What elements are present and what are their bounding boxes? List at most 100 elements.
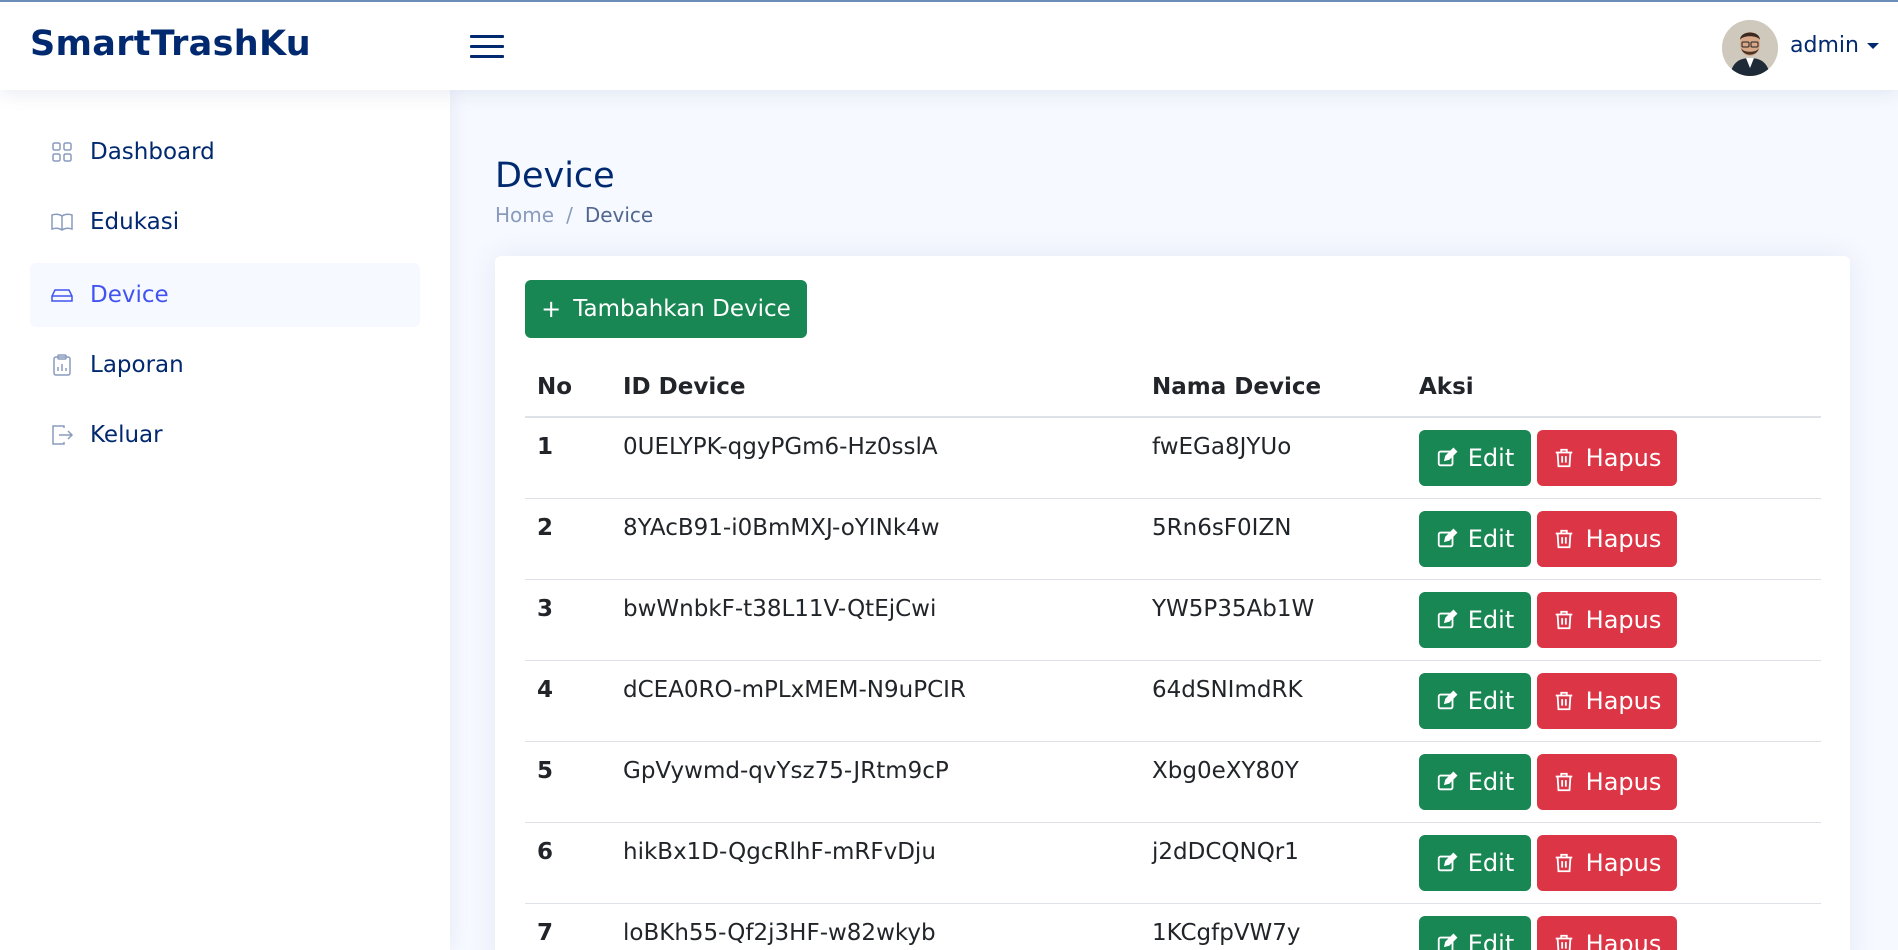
edit-button[interactable]: Edit (1419, 754, 1531, 810)
sidebar: Dashboard Edukasi Device Laporan Keluar (0, 90, 450, 950)
sidebar-item-label: Dashboard (90, 139, 215, 165)
delete-label: Hapus (1585, 930, 1662, 950)
cell-no: 7 (537, 920, 554, 946)
cell-no: 3 (537, 596, 554, 622)
delete-button[interactable]: Hapus (1537, 673, 1677, 729)
cell-nama-device: fwEGa8JYUo (1152, 434, 1292, 460)
add-device-label: Tambahkan Device (573, 296, 791, 322)
table-row: 3 bwWnbkF-t38L11V-QtEjCwi YW5P35Ab1W Edit Ha… (525, 580, 1821, 661)
page-title: Device (495, 156, 615, 196)
delete-label: Hapus (1585, 849, 1662, 877)
cell-id-device: 8YAcB91-i0BmMXJ-oYINk4w (623, 515, 940, 541)
table-row: 2 8YAcB91-i0BmMXJ-oYINk4w 5Rn6sF0IZN Edit Ha… (525, 499, 1821, 580)
edit-icon (1436, 690, 1463, 712)
edit-button[interactable]: Edit (1419, 673, 1531, 729)
edit-button[interactable]: Edit (1419, 592, 1531, 648)
cell-nama-device: Xbg0eXY80Y (1152, 758, 1299, 784)
cell-id-device: bwWnbkF-t38L11V-QtEjCwi (623, 596, 937, 622)
trash-icon (1553, 447, 1580, 469)
edit-label: Edit (1467, 444, 1515, 472)
column-header-aksi: Aksi (1419, 374, 1474, 400)
column-header-nama-device: Nama Device (1152, 374, 1322, 400)
clipboard-data-icon (50, 353, 74, 377)
top-header: SmartTrashKu admin (0, 0, 1898, 90)
cell-id-device: hikBx1D-QgcRlhF-mRFvDju (623, 839, 936, 865)
user-name: admin (1790, 33, 1859, 58)
add-device-button[interactable]: + Tambahkan Device (525, 280, 807, 338)
sidebar-item-label: Edukasi (90, 209, 180, 235)
trash-icon (1553, 933, 1580, 950)
sidebar-item-keluar[interactable]: Keluar (30, 403, 420, 467)
sidebar-item-laporan[interactable]: Laporan (30, 333, 420, 397)
trash-icon (1553, 609, 1580, 631)
trash-icon (1553, 852, 1580, 874)
table-row: 5 GpVywmd-qvYsz75-JRtm9cP Xbg0eXY80Y Edit Ha… (525, 742, 1821, 823)
app-logo[interactable]: SmartTrashKu (30, 24, 311, 64)
delete-button[interactable]: Hapus (1537, 592, 1677, 648)
edit-icon (1436, 528, 1463, 550)
cell-no: 1 (537, 434, 554, 460)
device-card: + Tambahkan Device No ID Device Nama Dev… (495, 256, 1850, 950)
cell-id-device: GpVywmd-qvYsz75-JRtm9cP (623, 758, 949, 784)
edit-label: Edit (1467, 687, 1515, 715)
book-icon (50, 210, 74, 234)
breadcrumb: Home / Device (495, 203, 653, 227)
user-menu[interactable]: admin (1790, 33, 1879, 58)
delete-label: Hapus (1585, 687, 1662, 715)
delete-label: Hapus (1585, 444, 1662, 472)
cell-no: 4 (537, 677, 554, 703)
edit-label: Edit (1467, 768, 1515, 796)
cell-nama-device: 5Rn6sF0IZN (1152, 515, 1292, 541)
delete-button[interactable]: Hapus (1537, 835, 1677, 891)
delete-button[interactable]: Hapus (1537, 916, 1677, 950)
cell-id-device: dCEA0RO-mPLxMEM-N9uPCIR (623, 677, 966, 703)
breadcrumb-current: Device (584, 203, 654, 227)
cell-id-device: 0UELYPK-qgyPGm6-Hz0sslA (623, 434, 938, 460)
edit-button[interactable]: Edit (1419, 511, 1531, 567)
edit-label: Edit (1467, 606, 1515, 634)
grid-icon (50, 140, 74, 164)
edit-icon (1436, 771, 1463, 793)
breadcrumb-separator: / (566, 203, 573, 227)
sidebar-item-label: Laporan (90, 352, 184, 378)
cell-no: 5 (537, 758, 554, 784)
caret-down-icon (1866, 42, 1879, 49)
sidebar-item-device[interactable]: Device (30, 263, 420, 327)
edit-button[interactable]: Edit (1419, 835, 1531, 891)
delete-button[interactable]: Hapus (1537, 754, 1677, 810)
cell-nama-device: YW5P35Ab1W (1152, 596, 1315, 622)
hdd-icon (50, 283, 74, 307)
page: SmartTrashKu admin Dashboard Edukasi Dev… (0, 0, 1898, 950)
edit-label: Edit (1467, 930, 1515, 950)
box-arrow-right-icon (50, 423, 74, 447)
table-row: 7 loBKh55-Qf2j3HF-w82wkyb 1KCgfpVW7y Edit Ha… (525, 904, 1821, 950)
cell-nama-device: 64dSNImdRK (1152, 677, 1303, 703)
breadcrumb-home-link[interactable]: Home (495, 203, 554, 227)
delete-button[interactable]: Hapus (1537, 430, 1677, 486)
edit-icon (1436, 447, 1463, 469)
delete-label: Hapus (1585, 606, 1662, 634)
edit-label: Edit (1467, 849, 1515, 877)
sidebar-item-edukasi[interactable]: Edukasi (30, 190, 420, 254)
cell-no: 6 (537, 839, 554, 865)
sidebar-toggle-icon[interactable] (470, 32, 506, 62)
avatar[interactable] (1722, 20, 1778, 76)
cell-nama-device: j2dDCQNQr1 (1152, 839, 1299, 865)
trash-icon (1553, 771, 1580, 793)
edit-label: Edit (1467, 525, 1515, 553)
edit-icon (1436, 609, 1463, 631)
column-header-id-device: ID Device (623, 374, 746, 400)
delete-button[interactable]: Hapus (1537, 511, 1677, 567)
trash-icon (1553, 528, 1580, 550)
cell-id-device: loBKh55-Qf2j3HF-w82wkyb (623, 920, 936, 946)
edit-icon (1436, 933, 1463, 950)
table-row: 6 hikBx1D-QgcRlhF-mRFvDju j2dDCQNQr1 Edit Ha… (525, 823, 1821, 904)
table-row: 1 0UELYPK-qgyPGm6-Hz0sslA fwEGa8JYUo Edit Ha… (525, 418, 1821, 499)
sidebar-item-dashboard[interactable]: Dashboard (30, 120, 420, 184)
plus-icon: + (541, 295, 562, 323)
trash-icon (1553, 690, 1580, 712)
edit-icon (1436, 852, 1463, 874)
edit-button[interactable]: Edit (1419, 916, 1531, 950)
edit-button[interactable]: Edit (1419, 430, 1531, 486)
sidebar-item-label: Keluar (90, 422, 163, 448)
